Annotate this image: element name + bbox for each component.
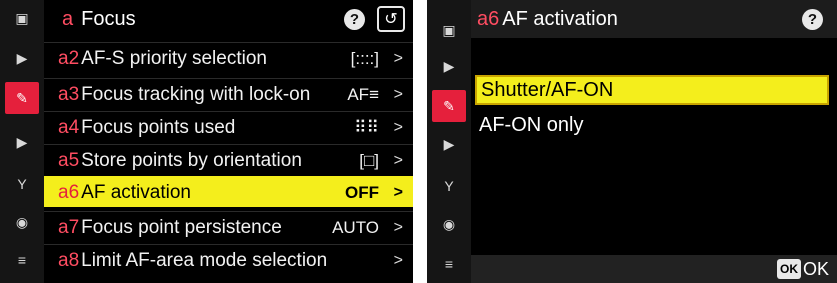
title-text: Focus [81,8,136,30]
camera-icon[interactable]: ▣ [432,14,466,46]
item-code: a3 [58,84,80,105]
ok-icon: OK [776,259,801,279]
orientation-icon: [□] [359,151,379,170]
chevron-right-icon: > [393,50,403,67]
item-label: Focus point persistence [81,217,282,238]
ok-button[interactable]: OK OK [776,258,829,280]
playback-icon[interactable]: ▶ [5,126,39,158]
af-area-icon: [::::] [350,49,379,68]
network-icon[interactable]: ◉ [5,206,39,238]
menu-item-limit-af-area[interactable]: a8 Limit AF-area mode selection > [44,244,413,275]
my-menu-icon[interactable]: ≡ [432,248,466,280]
menu-header: a Focus ? ↺ [44,0,413,38]
option-shutter-af-on[interactable]: Shutter/AF-ON [475,75,829,105]
option-af-on-only[interactable]: AF-ON only [475,110,829,140]
item-code: a7 [58,217,80,238]
item-code: a6 [58,182,80,203]
playback-icon[interactable]: ▶ [432,128,466,160]
menu-footer: OK OK [471,255,837,283]
menu-header: a6 AF activation ? [471,0,837,38]
wrench-icon[interactable]: Y [5,168,39,200]
pencil-icon[interactable]: ✎ [5,82,39,114]
chevron-right-icon: > [393,252,403,269]
item-value: OFF [345,183,379,202]
camera-icon[interactable]: ▣ [5,2,39,34]
item-value: AUTO [332,218,379,237]
menu-item-focus-tracking[interactable]: a3 Focus tracking with lock-on AF≡ > [44,78,413,109]
item-code: a5 [58,150,80,171]
page-title: a6 AF activation [477,0,618,38]
wrench-icon[interactable]: Y [432,170,466,202]
pencil-icon[interactable]: ✎ [432,90,466,122]
menu-item-focus-point-persistence[interactable]: a7 Focus point persistence AUTO > [44,211,413,242]
item-code: a2 [58,48,80,69]
item-label: AF activation [81,182,191,203]
focus-menu-screen: ▣ ▶ ✎ ▶ Y ◉ ≡ a Focus ? ↺ a2 AF-S priority… [0,0,413,283]
chevron-right-icon: > [393,119,403,136]
back-icon[interactable]: ↺ [377,6,405,32]
item-value: AF≡ [347,85,379,104]
title-text: AF activation [502,8,618,30]
item-label: Focus tracking with lock-on [81,84,311,105]
help-icon[interactable]: ? [344,9,365,30]
item-code: a8 [58,250,80,271]
page-title: a Focus [62,0,136,38]
menu-item-store-points[interactable]: a5 Store points by orientation [□] > [44,144,413,175]
chevron-right-icon: > [393,219,403,236]
chevron-right-icon: > [393,184,403,201]
movie-icon[interactable]: ▶ [5,42,39,74]
af-activation-screen: ▣ ▶ ✎ ▶ Y ◉ ≡ a6 AF activation ? Shutter/… [427,0,837,283]
movie-icon[interactable]: ▶ [432,50,466,82]
grid-points-icon: ⠿⠿ [354,118,379,137]
ok-label: OK [802,259,829,279]
help-icon[interactable]: ? [802,9,823,30]
network-icon[interactable]: ◉ [432,208,466,240]
menu-sidebar: ▣ ▶ ✎ ▶ Y ◉ ≡ [0,0,44,283]
chevron-right-icon: > [393,152,403,169]
my-menu-icon[interactable]: ≡ [5,244,39,276]
item-label: Store points by orientation [81,150,302,171]
item-code: a4 [58,117,80,138]
menu-code: a [62,8,74,30]
chevron-right-icon: > [393,86,403,103]
menu-code: a6 [477,8,500,30]
item-label: AF-S priority selection [81,48,267,69]
menu-sidebar: ▣ ▶ ✎ ▶ Y ◉ ≡ [427,0,471,283]
menu-item-af-s-priority[interactable]: a2 AF-S priority selection [::::] > [44,42,413,73]
menu-item-focus-points-used[interactable]: a4 Focus points used ⠿⠿ > [44,111,413,142]
item-label: Limit AF-area mode selection [81,250,328,271]
menu-item-af-activation[interactable]: a6 AF activation OFF > [44,176,413,207]
item-label: Focus points used [81,117,236,138]
